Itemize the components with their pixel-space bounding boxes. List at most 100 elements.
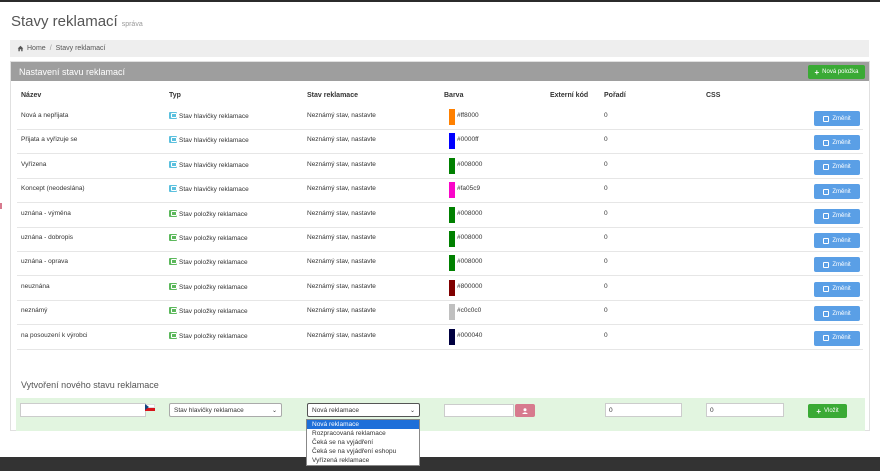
breadcrumb-home[interactable]: Home xyxy=(27,45,46,52)
row-type-label: Stav položky reklamace xyxy=(179,235,248,242)
row-name: Koncept (neodeslána) xyxy=(21,185,85,193)
new-type-select[interactable]: Stav hlavičky reklamace ⌄ xyxy=(169,403,282,417)
edit-label: Změnit xyxy=(832,213,851,220)
color-swatch xyxy=(449,133,455,150)
edit-label: Změnit xyxy=(832,335,851,342)
edit-button[interactable]: Změnit xyxy=(814,281,860,297)
edit-button[interactable]: Změnit xyxy=(814,208,860,224)
plus-icon: + xyxy=(814,67,820,77)
edit-square-icon xyxy=(169,136,177,144)
breadcrumb: Home / Stavy reklamací xyxy=(10,40,869,57)
page-subtitle: správa xyxy=(121,21,143,28)
dropdown-option[interactable]: Rozpracovaná reklamace xyxy=(307,429,419,438)
row-order: 0 xyxy=(604,160,608,168)
row-state: Neznámý stav, nastavte xyxy=(307,136,376,144)
add-button[interactable]: + Vložit xyxy=(808,404,847,418)
panel-header: Nastavení stavu reklamací + Nová položka xyxy=(11,62,869,81)
row-state: Neznámý stav, nastavte xyxy=(307,234,376,241)
col-header-color: Barva xyxy=(444,92,464,99)
cz-flag-icon xyxy=(145,404,155,411)
edit-label: Změnit xyxy=(832,261,851,268)
table-row: Nová a nepřijata Stav hlavičky reklamace… xyxy=(17,106,863,130)
edit-button[interactable]: Změnit xyxy=(814,159,860,175)
row-type: Stav položky reklamace xyxy=(169,282,248,291)
row-type: Stav položky reklamace xyxy=(169,331,248,340)
color-swatch xyxy=(449,206,455,223)
row-state: Neznámý stav, nastavte xyxy=(307,112,376,119)
color-swatch xyxy=(449,182,455,199)
edit-label: Změnit xyxy=(832,188,851,195)
panel-title: Nastavení stavu reklamací xyxy=(19,67,126,77)
row-color: #000040 xyxy=(457,331,483,339)
row-color: #c0c0c0 xyxy=(457,307,482,315)
row-name: Nová a nepřijata xyxy=(21,112,69,119)
edit-button[interactable]: Změnit xyxy=(814,135,860,151)
color-swatch xyxy=(449,279,455,296)
new-name-input[interactable] xyxy=(20,403,146,417)
row-state: Neznámý stav, nastavte xyxy=(307,209,376,217)
edit-icon xyxy=(823,115,830,122)
edit-button[interactable]: Změnit xyxy=(814,233,860,248)
row-name: neuznána xyxy=(21,282,50,290)
row-type: Stav hlavičky reklamace xyxy=(169,160,249,169)
new-type-value: Stav hlavičky reklamace xyxy=(174,406,244,414)
breadcrumb-current: Stavy reklamací xyxy=(55,45,106,52)
edit-button[interactable]: Změnit xyxy=(814,330,860,346)
table-row: uznána - dobropis Stav položky reklamace… xyxy=(17,228,863,252)
col-header-name: Název xyxy=(21,92,42,99)
row-order: 0 xyxy=(604,258,608,266)
add-label: Vložit xyxy=(824,408,839,414)
row-color: #008000 xyxy=(457,258,483,266)
row-name: uznána - dobropis xyxy=(21,234,74,241)
dropdown-option[interactable]: Čeká se na vyjádření xyxy=(307,438,419,447)
row-color: #0000ff xyxy=(457,136,479,144)
edit-button[interactable]: Změnit xyxy=(814,257,860,273)
left-marker xyxy=(0,203,2,209)
new-order-input[interactable]: 0 xyxy=(605,403,682,417)
edit-label: Změnit xyxy=(832,286,851,293)
edit-icon xyxy=(823,188,830,195)
color-swatch xyxy=(449,255,455,272)
edit-button[interactable]: Změnit xyxy=(814,184,860,200)
table-row: uznána - výměna Stav položky reklamace N… xyxy=(17,204,863,228)
dropdown-option[interactable]: Čeká se na vyjádření eshopu xyxy=(307,447,419,456)
dropdown-option[interactable]: Vyřízená reklamace xyxy=(307,456,419,465)
new-state-select[interactable]: Nová reklamace ⌄ xyxy=(307,403,420,417)
edit-icon xyxy=(823,213,830,220)
row-type-label: Stav položky reklamace xyxy=(179,210,248,218)
new-color-input[interactable] xyxy=(444,404,514,417)
dropdown-option[interactable]: Nová reklamace xyxy=(307,420,419,429)
row-order: 0 xyxy=(604,209,608,217)
user-icon xyxy=(522,407,528,414)
chevron-down-icon: ⌄ xyxy=(409,408,415,414)
edit-button[interactable]: Změnit xyxy=(814,306,860,322)
row-type: Stav hlavičky reklamace xyxy=(169,136,249,144)
row-order: 0 xyxy=(604,307,608,315)
new-css-input[interactable]: 0 xyxy=(706,403,784,417)
row-type-label: Stav hlavičky reklamace xyxy=(179,113,249,120)
color-picker-button[interactable] xyxy=(515,404,535,417)
breadcrumb-separator: / xyxy=(49,45,52,52)
col-header-css: CSS xyxy=(706,92,721,99)
edit-label: Změnit xyxy=(832,310,851,317)
create-title: Vytvoření nového stavu reklamace xyxy=(21,380,159,390)
row-type: Stav hlavičky reklamace xyxy=(169,185,249,193)
edit-label: Změnit xyxy=(832,139,851,146)
edit-icon xyxy=(823,310,830,317)
new-item-button[interactable]: + Nová položka xyxy=(808,65,865,79)
settings-panel: Nastavení stavu reklamací + Nová položka… xyxy=(10,61,870,431)
edit-icon xyxy=(823,237,830,244)
edit-square-icon xyxy=(169,209,177,217)
color-swatch xyxy=(449,109,455,125)
row-type: Stav hlavičky reklamace xyxy=(169,112,249,120)
row-name: Přijata a vyřizuje se xyxy=(21,136,78,144)
row-order: 0 xyxy=(604,282,608,290)
row-color: #008000 xyxy=(457,209,483,217)
row-order: 0 xyxy=(604,185,608,193)
table-row: uznána - oprava Stav položky reklamace N… xyxy=(17,252,863,277)
row-type-label: Stav položky reklamace xyxy=(179,332,248,340)
edit-button[interactable]: Změnit xyxy=(814,111,860,126)
row-type: Stav položky reklamace xyxy=(169,234,248,242)
home-icon xyxy=(17,45,24,52)
row-state: Neznámý stav, nastavte xyxy=(307,160,376,168)
